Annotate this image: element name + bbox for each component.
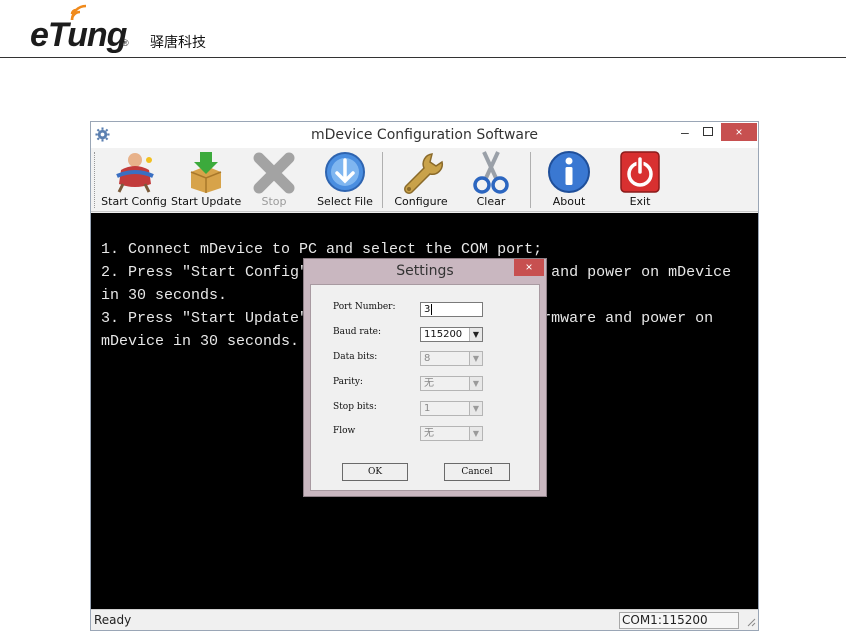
title-bar[interactable]: mDevice Configuration Software – × [91,122,758,148]
resize-grip-icon[interactable] [746,616,756,628]
info-icon [548,151,590,193]
window-title: mDevice Configuration Software [310,127,539,143]
dropdown-arrow-icon: ▼ [469,352,482,365]
header-divider [0,57,846,58]
settings-dialog: Settings × Port Number: 3 Baud rate: 115… [303,258,547,497]
dropdown-arrow-icon: ▼ [469,402,482,415]
stop-bits-select[interactable]: 1 ▼ [420,401,483,416]
maximize-button[interactable] [703,127,713,136]
dialog-body: Port Number: 3 Baud rate: 115200 ▼ Data b… [310,284,540,491]
status-bar: Ready COM1:115200 [91,609,758,630]
baud-rate-select[interactable]: 115200 ▼ [420,327,483,342]
exit-label: Exit [629,195,651,208]
console-line: mDevice in 30 seconds. [101,333,300,350]
flow-label: Flow [333,426,356,436]
exit-button[interactable]: Exit [613,150,667,210]
flow-value: 无 [424,428,434,439]
configure-button[interactable]: Configure [390,150,452,210]
logo-text: eTung [30,16,127,54]
about-label: About [552,195,586,208]
select-file-button[interactable]: Select File [315,150,375,210]
data-bits-select[interactable]: 8 ▼ [420,351,483,366]
toolbar-separator [530,152,531,208]
person-config-icon [116,153,154,193]
status-text: Ready [94,613,132,627]
data-bits-label: Data bits: [333,352,378,362]
stop-label: Stop [261,195,287,208]
etung-logo: eTung ® [30,2,140,54]
box-download-icon [190,152,222,193]
stop-button[interactable]: Stop [247,150,301,210]
toolbar: Start Config Start Update Stop Select Fi… [91,148,758,212]
clear-label: Clear [476,195,506,208]
baud-rate-value: 115200 [424,329,463,340]
company-name: 驿唐科技 [150,35,206,51]
dropdown-arrow-icon: ▼ [469,377,482,390]
port-number-input[interactable]: 3 [420,302,483,317]
start-config-label: Start Config [101,195,167,208]
port-number-label: Port Number: [333,302,396,312]
clear-button[interactable]: Clear [463,150,519,210]
toolbar-separator [382,152,383,208]
blue-arrow-icon [325,152,365,192]
stop-bits-label: Stop bits: [333,402,377,412]
data-bits-value: 8 [424,353,431,364]
status-port: COM1:115200 [619,612,739,629]
ok-button[interactable]: OK [342,463,408,481]
close-button[interactable]: × [721,123,757,141]
dropdown-arrow-icon: ▼ [469,328,482,341]
start-update-label: Start Update [171,195,242,208]
power-icon [620,151,660,193]
flow-select[interactable]: 无 ▼ [420,426,483,441]
x-stop-icon [253,152,295,194]
start-config-button[interactable]: Start Config [101,150,167,210]
cancel-button[interactable]: Cancel [444,463,510,481]
registered-mark: ® [122,38,129,48]
parity-select[interactable]: 无 ▼ [420,376,483,391]
parity-value: 无 [424,378,434,389]
select-file-label: Select File [317,195,373,208]
start-update-button[interactable]: Start Update [171,150,241,210]
baud-rate-label: Baud rate: [333,327,382,337]
parity-label: Parity: [333,377,363,387]
port-number-value: 3 [424,304,431,315]
stop-bits-value: 1 [424,403,431,414]
wrench-icon [404,153,444,194]
scissors-icon [473,151,509,194]
minimize-button[interactable]: – [681,124,693,140]
about-button[interactable]: About [541,150,597,210]
console-line: 1. Connect mDevice to PC and select the … [101,241,543,258]
dialog-close-button[interactable]: × [514,259,544,276]
text-caret [431,303,433,315]
dialog-title: Settings [396,263,454,279]
console-line: in 30 seconds. [101,287,228,304]
dropdown-arrow-icon: ▼ [469,427,482,440]
configure-label: Configure [394,195,448,208]
toolbar-grip[interactable] [94,152,97,208]
